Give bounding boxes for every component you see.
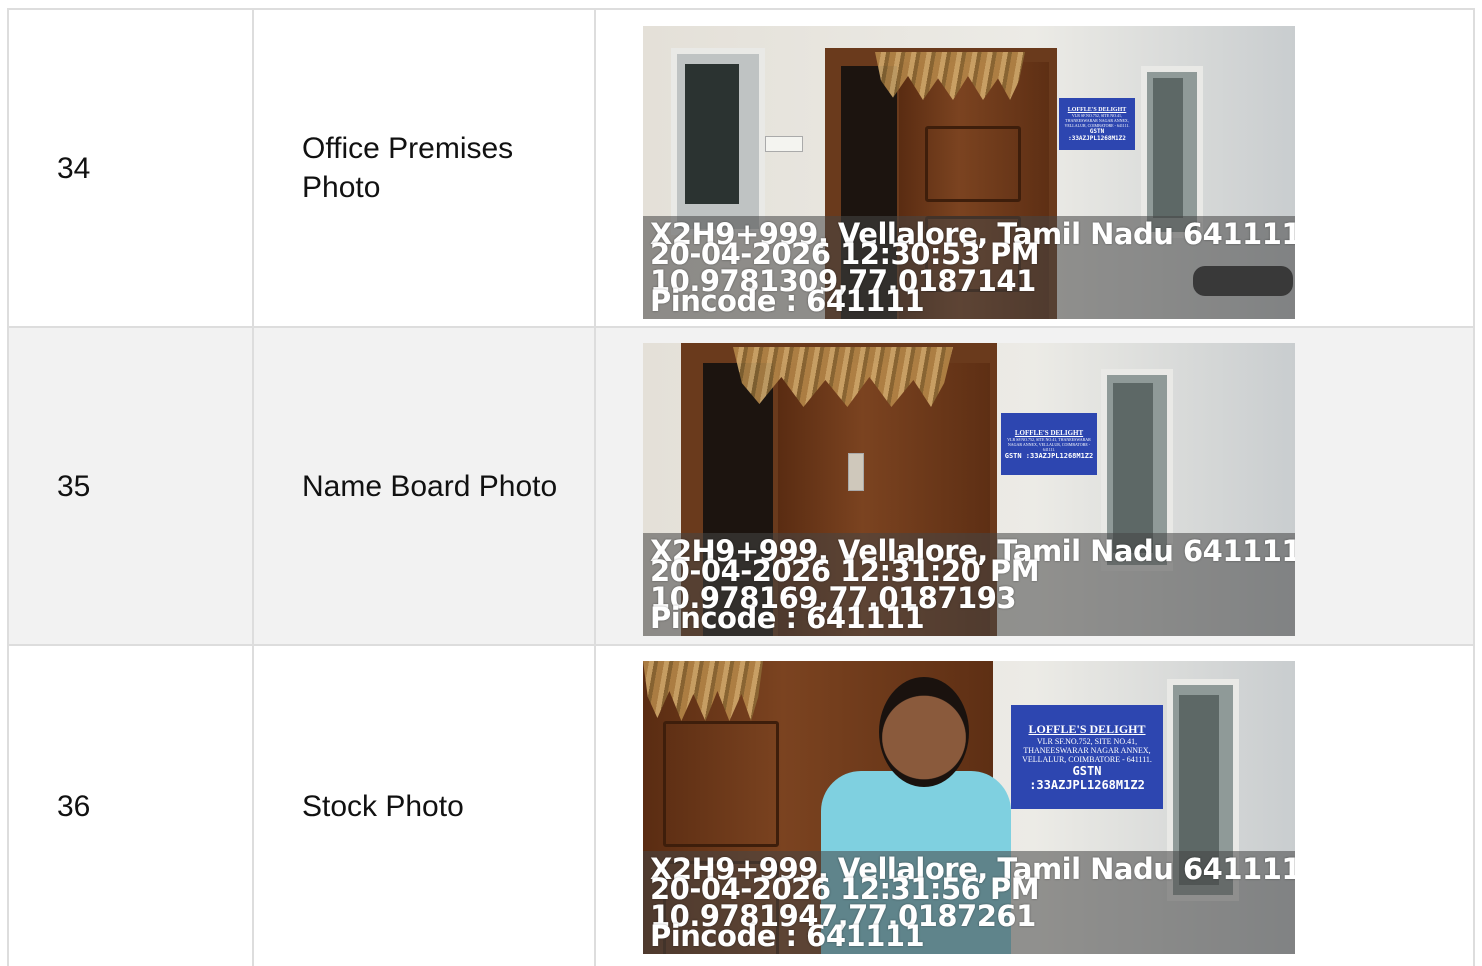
row-number: 35 (57, 469, 91, 503)
switchboard (848, 453, 864, 491)
table-row: 36 Stock Photo LOFFLE'S DELIGHT VLR SF.N… (9, 646, 1475, 966)
row-number-cell: 36 (9, 646, 254, 966)
row-photo-cell: LOFFLE'S DELIGHT VLR SF.NO.752, SITE NO.… (596, 646, 1475, 966)
table-row: 35 Name Board Photo LOFFLE'S DELIGHT VLR… (9, 328, 1475, 646)
row-number-cell: 34 (9, 10, 254, 326)
person-head (879, 677, 969, 787)
office-premises-photo[interactable]: LOFFLE'S DELIGHT VLR SF.NO.752, SITE NO.… (643, 26, 1295, 319)
geotag-pincode: Pincode : 641111 (650, 284, 925, 318)
document-photo-table: 34 Office Premises Photo LOFFLE'S DELIGH… (7, 8, 1475, 966)
window (1141, 66, 1203, 238)
geotag-pincode: Pincode : 641111 (650, 919, 925, 953)
row-label: Stock Photo (302, 789, 464, 823)
name-board-photo[interactable]: LOFFLE'S DELIGHT VLR SF.NO.752, SITE NO.… (643, 343, 1295, 636)
row-number-cell: 35 (9, 328, 254, 644)
row-label-cell: Name Board Photo (254, 328, 596, 644)
row-number: 34 (57, 151, 91, 185)
stock-photo[interactable]: LOFFLE'S DELIGHT VLR SF.NO.752, SITE NO.… (643, 661, 1295, 954)
name-board: LOFFLE'S DELIGHT VLR SF.NO.752, SITE NO.… (1001, 413, 1097, 475)
row-label-cell: Office Premises Photo (254, 10, 596, 326)
table-row: 34 Office Premises Photo LOFFLE'S DELIGH… (9, 10, 1475, 328)
row-photo-cell: LOFFLE'S DELIGHT VLR SF.NO.752, SITE NO.… (596, 328, 1475, 644)
switchboard (765, 136, 803, 152)
name-board: LOFFLE'S DELIGHT VLR SF.NO.752, SITE NO.… (1011, 705, 1163, 809)
window (671, 48, 765, 235)
row-label: Name Board Photo (302, 469, 558, 503)
geotag-pincode: Pincode : 641111 (650, 601, 925, 635)
row-number: 36 (57, 789, 91, 823)
name-board: LOFFLE'S DELIGHT VLR SF.NO.752, SITE NO.… (1059, 98, 1135, 150)
row-label: Office Premises Photo (302, 132, 514, 204)
row-photo-cell: LOFFLE'S DELIGHT VLR SF.NO.752, SITE NO.… (596, 10, 1475, 326)
row-label-cell: Stock Photo (254, 646, 596, 966)
